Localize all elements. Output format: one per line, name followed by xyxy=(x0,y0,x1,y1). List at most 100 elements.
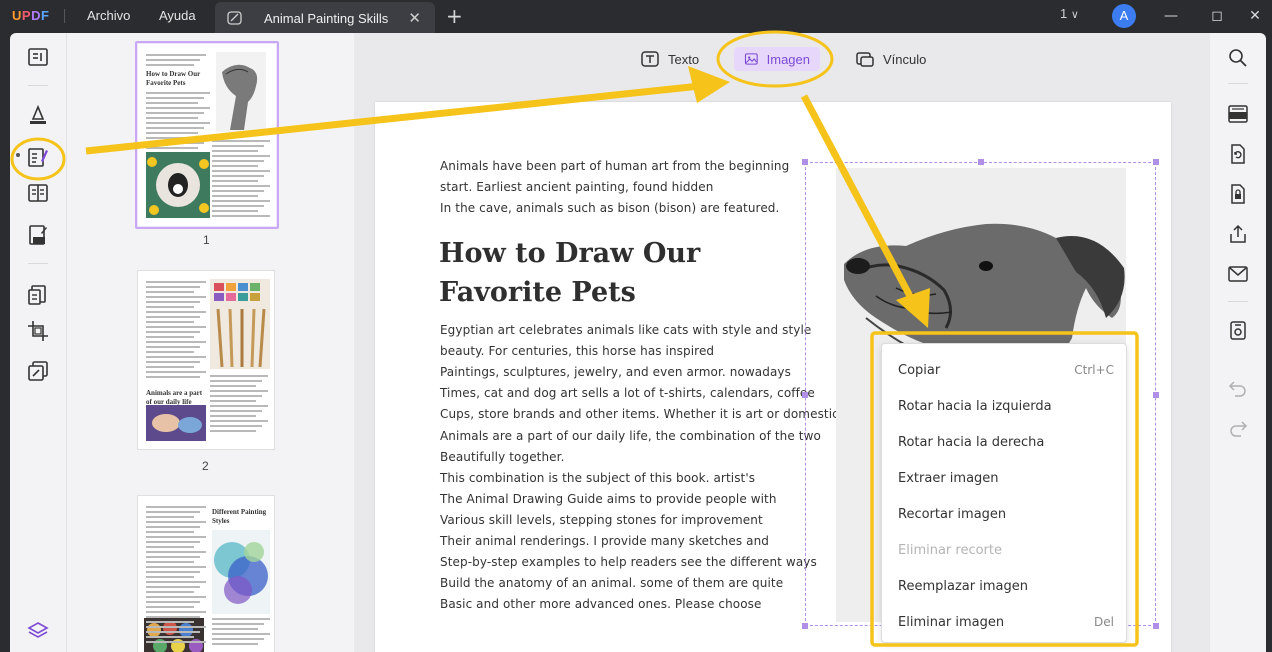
menu-item-copy[interactable]: Copiar Ctrl+C xyxy=(898,363,1114,378)
link-mode-button[interactable]: Vínculo xyxy=(845,47,936,71)
comment-icon[interactable] xyxy=(26,103,50,127)
divider xyxy=(1228,83,1248,84)
image-mode-button[interactable]: Imagen xyxy=(734,47,820,71)
resize-handle[interactable] xyxy=(978,159,984,165)
thumbnail-text-line xyxy=(212,215,270,217)
convert-file-icon[interactable] xyxy=(1227,143,1249,165)
body-line[interactable]: Cups, store brands and other items. Whet… xyxy=(440,407,839,421)
thumbnail-page-2[interactable]: Animals are a part of our daily life xyxy=(137,270,275,450)
reader-icon[interactable] xyxy=(26,45,50,69)
body-line[interactable]: Step-by-step examples to help readers se… xyxy=(440,555,817,569)
search-icon[interactable] xyxy=(1227,47,1249,69)
thumbnail-text-line xyxy=(146,566,206,568)
menu-item-label: Rotar hacia la derecha xyxy=(898,435,1045,450)
body-line[interactable]: Paintings, sculptures, jewelry, and even… xyxy=(440,365,791,379)
resize-handle[interactable] xyxy=(802,623,808,629)
menu-item-rotate-left[interactable]: Rotar hacia la izquierda xyxy=(898,399,1114,414)
body-line[interactable]: Build the anatomy of an animal. some of … xyxy=(440,576,783,590)
link-icon xyxy=(856,52,874,67)
menu-ayuda[interactable]: Ayuda xyxy=(159,8,196,23)
page-heading-line-2[interactable]: Favorite Pets xyxy=(439,277,636,308)
link-mode-label: Vínculo xyxy=(883,51,927,67)
menu-item-crop-image[interactable]: Recortar imagen xyxy=(898,507,1114,522)
thumbnail-text-line xyxy=(146,296,206,298)
email-icon[interactable] xyxy=(1227,263,1249,285)
body-line[interactable]: Beautifully together. xyxy=(440,450,565,464)
avatar[interactable]: A xyxy=(1112,4,1136,28)
right-toolbar xyxy=(1210,33,1266,652)
thumbnail-text-line xyxy=(212,200,270,202)
minimize-icon[interactable]: — xyxy=(1159,4,1183,28)
protect-file-icon[interactable] xyxy=(1227,183,1249,205)
save-icon[interactable] xyxy=(1227,319,1249,341)
image-context-menu: Copiar Ctrl+C Rotar hacia la izquierda Ro… xyxy=(881,343,1127,643)
thumbnail-text-line xyxy=(146,606,194,608)
maximize-icon[interactable]: ◻ xyxy=(1205,4,1229,28)
window-count[interactable]: 1 ∨ xyxy=(1060,6,1079,21)
thumbnail-text-line xyxy=(146,571,200,573)
thumbnail-text-line xyxy=(146,376,200,378)
resize-handle[interactable] xyxy=(1153,159,1159,165)
share-icon[interactable] xyxy=(1227,223,1249,245)
thumbnail-text-line xyxy=(212,205,264,207)
thumbnail-text-line xyxy=(146,516,194,518)
close-tab-icon[interactable]: ✕ xyxy=(408,9,421,27)
organize-pages-icon[interactable] xyxy=(26,181,50,205)
intro-line[interactable]: start. Earliest ancient painting, found … xyxy=(440,180,713,194)
redo-icon[interactable] xyxy=(1227,417,1249,439)
body-line[interactable]: Various skill levels, stepping stones fo… xyxy=(440,513,763,527)
intro-line[interactable]: Animals have been part of human art from… xyxy=(440,159,789,173)
text-mode-button[interactable]: Texto xyxy=(630,47,709,71)
menu-item-label: Eliminar imagen xyxy=(898,615,1005,630)
thumbnail-text-line xyxy=(146,321,194,323)
thumbnail-text-line xyxy=(212,150,258,152)
thumbnail-text-line xyxy=(146,331,200,333)
menu-item-replace-image[interactable]: Reemplazar imagen xyxy=(898,579,1114,594)
form-icon[interactable] xyxy=(26,223,50,247)
new-tab-icon[interactable]: + xyxy=(446,4,463,28)
protect-icon[interactable] xyxy=(26,359,50,383)
body-line[interactable]: beauty. For centuries, this horse has in… xyxy=(440,344,714,358)
thumbnail-page-3[interactable]: Different Painting Styles xyxy=(137,495,275,652)
resize-handle[interactable] xyxy=(802,392,808,398)
thumbnail-text-line xyxy=(210,425,262,427)
body-line[interactable]: Egyptian art celebrates animals like cat… xyxy=(440,323,811,337)
intro-line[interactable]: In the cave, animals such as bison (biso… xyxy=(440,201,779,215)
menu-item-label: Rotar hacia la izquierda xyxy=(898,399,1052,414)
resize-handle[interactable] xyxy=(1153,623,1159,629)
thumbnail-text-line xyxy=(146,97,204,99)
resize-handle[interactable] xyxy=(802,159,808,165)
thumbnail-text-line xyxy=(146,341,206,343)
body-line[interactable]: Animals are a part of our daily life, th… xyxy=(440,429,821,443)
thumbnail-text-line xyxy=(146,521,206,523)
edit-pdf-icon[interactable] xyxy=(26,145,50,169)
layers-icon[interactable] xyxy=(26,619,50,643)
thumbnail-text-line xyxy=(146,132,198,134)
ocr-icon[interactable] xyxy=(1227,103,1249,125)
body-line[interactable]: Their animal renderings. I provide many … xyxy=(440,534,769,548)
convert-icon[interactable] xyxy=(26,283,50,307)
thumbnail-text-line xyxy=(212,623,264,625)
body-line[interactable]: The Animal Drawing Guide aims to provide… xyxy=(440,492,777,506)
close-window-icon[interactable]: ✕ xyxy=(1243,4,1267,28)
body-line[interactable]: Times, cat and dog art sells a lot of t-… xyxy=(440,386,815,400)
undo-icon[interactable] xyxy=(1227,377,1249,399)
resize-handle[interactable] xyxy=(1153,392,1159,398)
body-line[interactable]: Basic and other more advanced ones. Plea… xyxy=(440,597,762,611)
page-heading-line-1[interactable]: How to Draw Our xyxy=(439,238,700,269)
thumbnail-text-line xyxy=(210,390,268,392)
menu-item-extract-image[interactable]: Extraer imagen xyxy=(898,471,1114,486)
thumbnail-text-line xyxy=(212,633,270,635)
thumbnail-text-line xyxy=(146,291,194,293)
thumbnail-text-line xyxy=(146,366,194,368)
thumbnail-text-line xyxy=(146,636,194,638)
menu-item-rotate-right[interactable]: Rotar hacia la derecha xyxy=(898,435,1114,450)
menu-item-label: Eliminar recorte xyxy=(898,543,1002,558)
body-line[interactable]: This combination is the subject of this … xyxy=(440,471,755,485)
divider xyxy=(28,263,48,264)
document-tab[interactable]: Animal Painting Skills ✕ xyxy=(215,2,435,33)
crop-icon[interactable] xyxy=(26,319,50,343)
thumbnail-text-line xyxy=(146,107,210,109)
menu-archivo[interactable]: Archivo xyxy=(87,8,130,23)
menu-item-delete-image[interactable]: Eliminar imagen Del xyxy=(898,615,1114,630)
